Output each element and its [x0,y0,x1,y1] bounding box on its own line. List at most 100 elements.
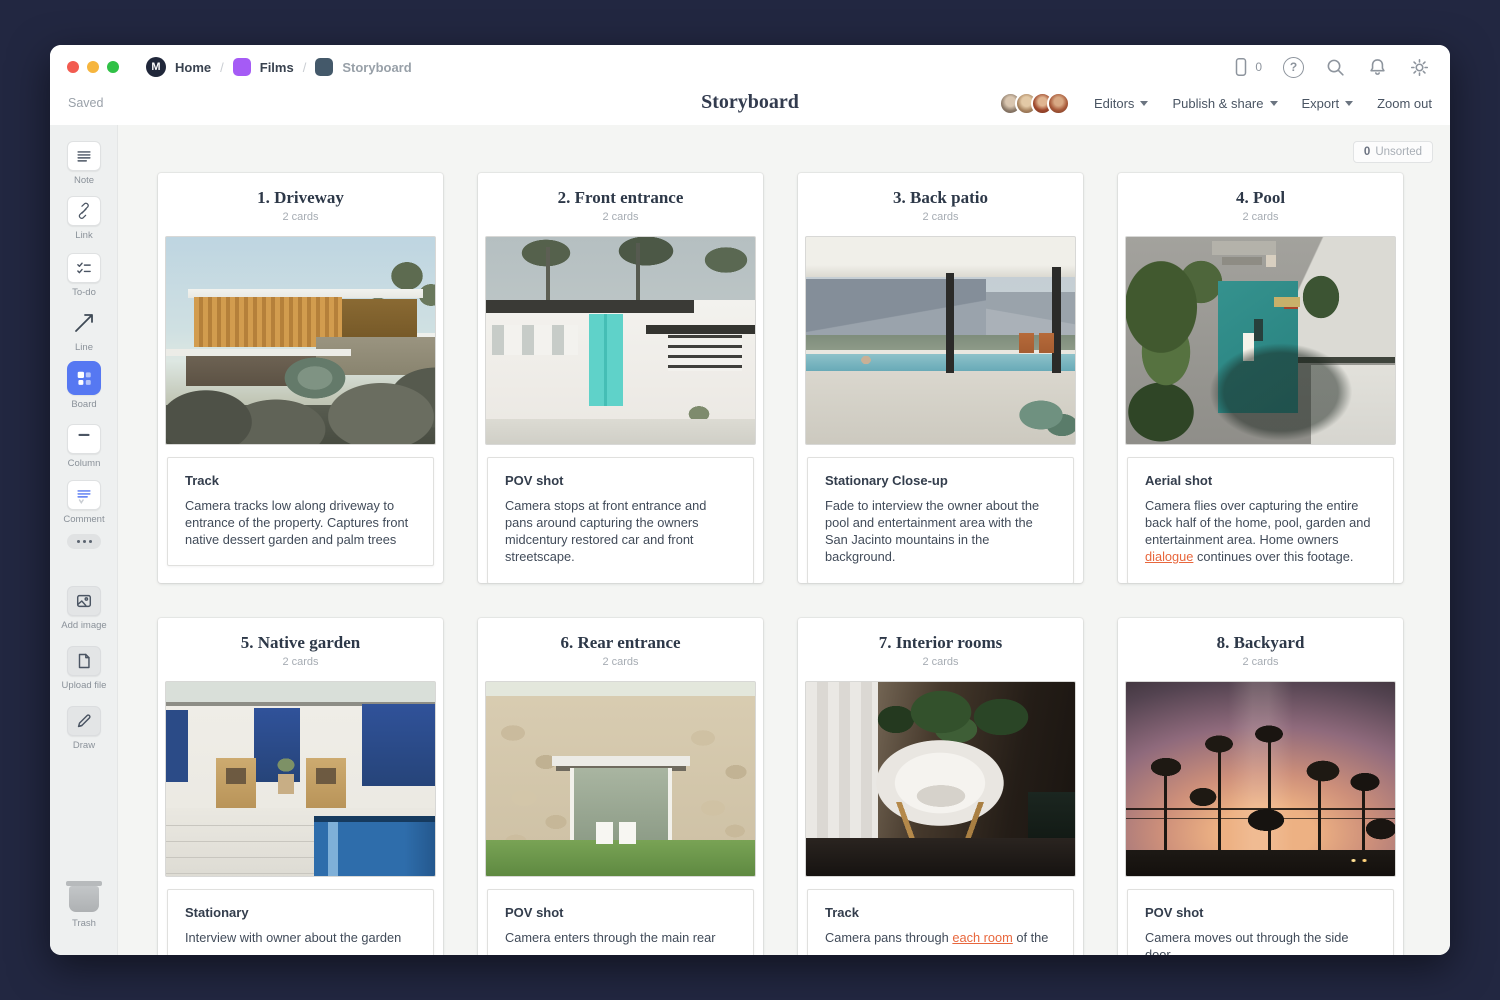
mobile-devices-button[interactable]: 0 [1231,57,1262,77]
publish-share-menu-button[interactable]: Publish & share [1172,96,1277,111]
column-title[interactable]: 5. Native garden [158,633,443,653]
shot-description: Camera pans through each room of the [825,929,1056,946]
shot-note-card[interactable]: Track Camera tracks low along driveway t… [167,457,434,566]
films-board-icon[interactable] [233,58,251,76]
board-column-interior-rooms[interactable]: 7. Interior rooms 2 cards Track Camera p… [798,618,1083,955]
trash-icon [69,886,99,912]
tool-upload-file[interactable]: Upload file [50,646,118,691]
titlebar-icons: 0 ? [1231,57,1430,78]
description-text: Camera stops at front entrance and pans … [505,498,706,564]
board-column-rear-entrance[interactable]: 6. Rear entrance 2 cards POV shot Camera… [478,618,763,955]
board-column-native-garden[interactable]: 5. Native garden 2 cards Stationary Inte… [158,618,443,955]
milanote-logo-icon[interactable]: M [146,57,166,77]
inline-link[interactable]: dialogue [1145,549,1193,564]
tool-column[interactable]: Column [50,424,118,469]
column-title[interactable]: 6. Rear entrance [478,633,763,653]
column-title[interactable]: 3. Back patio [798,188,1083,208]
breadcrumb-films[interactable]: Films [260,60,294,75]
settings-gear-icon[interactable] [1409,57,1430,78]
tool-add-image[interactable]: Add image [50,586,118,631]
more-icon [67,534,101,549]
shot-type: Stationary [185,905,416,920]
titlebar-row-bottom: Saved Storyboard Editors Publish & shar [50,89,1450,125]
shot-type: POV shot [505,473,736,488]
unsorted-badge[interactable]: 0 Unsorted [1353,141,1433,163]
help-icon[interactable]: ? [1283,57,1304,78]
link-icon [67,196,101,226]
board-column-pool[interactable]: 4. Pool 2 cards Aerial shot Camera flies… [1118,173,1403,583]
inline-link[interactable]: each room [952,930,1012,945]
editor-avatars[interactable] [999,92,1070,115]
shot-description: Camera tracks low along driveway to entr… [185,497,416,548]
zoom-out-button[interactable]: Zoom out [1377,96,1432,111]
tool-label: To-do [72,287,96,298]
shot-note-card[interactable]: POV shot Camera stops at front entrance … [487,457,754,583]
shot-note-card[interactable]: POV shot Camera moves out through the si… [1127,889,1394,955]
shot-note-card[interactable]: POV shot Camera enters through the main … [487,889,754,955]
unsorted-label: Unsorted [1375,146,1422,158]
tool-trash[interactable]: Trash [50,886,118,929]
shot-type: Track [185,473,416,488]
shot-description: Camera moves out through the side door [1145,929,1376,955]
shot-image-front-entrance[interactable] [485,236,756,445]
shot-image-driveway[interactable] [165,236,436,445]
search-icon[interactable] [1325,57,1346,78]
chevron-down-icon [1270,101,1278,106]
shot-image-rear-entrance[interactable] [485,681,756,877]
breadcrumb-storyboard[interactable]: Storyboard [342,60,411,75]
shot-note-card[interactable]: Stationary Interview with owner about th… [167,889,434,955]
description-text: Camera tracks low along driveway to entr… [185,498,408,547]
column-title[interactable]: 7. Interior rooms [798,633,1083,653]
tool-label: Line [75,342,93,353]
tool-comment[interactable]: Comment [50,480,118,525]
shot-note-card[interactable]: Track Camera pans through each room of t… [807,889,1074,955]
tool-draw[interactable]: Draw [50,706,118,751]
chevron-down-icon [1140,101,1148,106]
tool-label: Link [75,230,92,241]
shot-type: Track [825,905,1056,920]
board-column-front-entrance[interactable]: 2. Front entrance 2 cards POV shot Camer… [478,173,763,583]
column-title[interactable]: 2. Front entrance [478,188,763,208]
avatar[interactable] [1047,92,1070,115]
board-column-back-patio[interactable]: 3. Back patio 2 cards Stationary Close-u… [798,173,1083,583]
export-menu-button[interactable]: Export [1302,96,1354,111]
shot-image-back-patio[interactable] [805,236,1076,445]
column-title[interactable]: 1. Driveway [158,188,443,208]
shot-note-card[interactable]: Aerial shot Camera flies over capturing … [1127,457,1394,583]
board-column-driveway[interactable]: 1. Driveway 2 cards Track Camera tracks … [158,173,443,583]
zoom-window-button[interactable] [107,61,119,73]
close-window-button[interactable] [67,61,79,73]
column-card-count: 2 cards [158,656,443,668]
board-canvas[interactable]: 0 Unsorted 1. Driveway 2 cards Track Cam… [118,125,1450,955]
board-columns: 1. Driveway 2 cards Track Camera tracks … [158,173,1403,955]
board-column-backyard[interactable]: 8. Backyard 2 cards POV shot Camera move… [1118,618,1403,955]
shot-note-card[interactable]: Stationary Close-up Fade to interview th… [807,457,1074,583]
column-title[interactable]: 4. Pool [1118,188,1403,208]
storyboard-board-icon[interactable] [315,58,333,76]
tool-note[interactable]: Note [50,141,118,186]
chevron-down-icon [1345,101,1353,106]
tool-more[interactable] [50,534,118,549]
notifications-bell-icon[interactable] [1367,57,1388,78]
editors-label: Editors [1094,96,1134,111]
tool-link[interactable]: Link [50,196,118,241]
shot-image-backyard[interactable] [1125,681,1396,877]
tool-line[interactable]: Line [50,308,118,353]
window-controls [67,61,119,73]
column-title[interactable]: 8. Backyard [1118,633,1403,653]
shot-image-native-garden[interactable] [165,681,436,877]
shot-image-interior-rooms[interactable] [805,681,1076,877]
tool-label: Board [71,399,96,410]
breadcrumb-home[interactable]: Home [175,60,211,75]
export-label: Export [1302,96,1340,111]
column-icon [67,424,101,454]
shot-description: Fade to interview the owner about the po… [825,497,1056,566]
editors-menu-button[interactable]: Editors [1094,96,1148,111]
tool-board-selected[interactable]: Board [50,361,118,410]
shot-image-pool[interactable] [1125,236,1396,445]
column-card-count: 2 cards [798,656,1083,668]
upload-file-icon [67,646,101,676]
board-icon [67,361,101,395]
minimize-window-button[interactable] [87,61,99,73]
tool-todo[interactable]: To-do [50,253,118,298]
